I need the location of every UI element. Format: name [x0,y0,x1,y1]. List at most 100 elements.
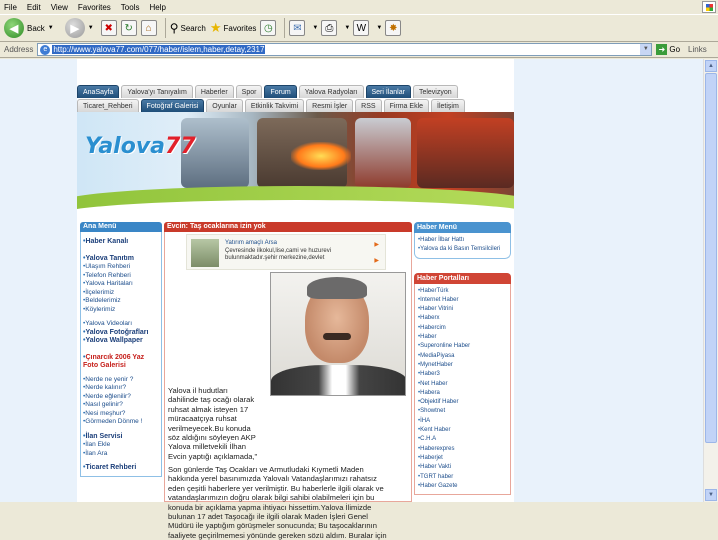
forward-arrow-icon: ▶ [64,18,85,38]
nav-tab-forum[interactable]: Forum [264,85,297,98]
portal-link-haberjet[interactable]: Haberjet [418,454,507,463]
sidebar-item-nerde-ne-yenir[interactable]: Nerde ne yenir ? [83,376,159,385]
nav-tab-etkinlik-takvimi[interactable]: Etkinlik Takvimi [244,99,305,112]
portal-link-i-ha[interactable]: İHA [418,417,507,426]
yalova-fotograflari-link[interactable]: Yalova Fotoğrafları [83,329,159,338]
back-button[interactable]: ◀ Back ▼ [4,18,57,38]
print-icon[interactable]: ⎙ [321,20,338,36]
nav-tab-seri-i-lanlar[interactable]: Seri İlanlar [365,85,411,98]
sidebar-item-yalova-haritalar[interactable]: Yalova Haritaları [83,280,159,289]
nav-tab-haberler[interactable]: Haberler [194,85,234,98]
menu-tools[interactable]: Tools [121,3,140,12]
stop-icon[interactable]: ✖ [100,20,117,36]
logo-number: 77 [165,134,196,159]
sidebar-item-telefon-rehberi[interactable]: Telefon Rehberi [83,272,159,281]
chevron-down-icon[interactable]: ▼ [344,25,350,31]
edit-page-icon[interactable]: W [353,20,370,36]
scroll-thumb[interactable] [705,73,717,443]
address-input[interactable]: e http://www.yalova77.com/077/haber/isle… [37,43,653,56]
nav-tab-rss[interactable]: RSS [355,99,382,112]
portal-link-haber-vakti[interactable]: Haber Vakti [418,463,507,472]
sidebar-item-i-lan-ara[interactable]: İlan Ara [83,450,159,459]
ad-block[interactable]: Yatırım amaçlı Arsa Çevresinde ilkokul,l… [186,234,386,270]
sidebar-item-ko-ylerimiz[interactable]: Köylerimiz [83,306,159,315]
nav-tab-yalova-y-tan-yal-m[interactable]: Yalova'yı Tanıyalım [121,85,193,98]
chevron-down-icon[interactable]: ▼ [376,25,382,31]
sidebar-item-go-rmeden-do-nme[interactable]: Görmeden Dönme ! [83,418,159,427]
nav-tab-firma-ekle[interactable]: Firma Ekle [383,99,430,112]
portal-link-mediapiyasa[interactable]: MediaPiyasa [418,352,507,361]
portal-link-kent-haber[interactable]: Kent Haber [418,426,507,435]
portal-link-internet-haber[interactable]: Internet Haber [418,296,507,305]
chevron-down-icon[interactable]: ▼ [312,25,318,31]
haber-kanali-link[interactable]: Haber Kanalı [83,238,159,247]
menu-help[interactable]: Help [149,3,165,12]
yalova-videolari-link[interactable]: Yalova Videoları [83,320,159,329]
site-logo[interactable]: Yalova77 [85,134,196,159]
refresh-icon[interactable]: ↻ [120,20,137,36]
sidebar-item-nesi-mes-hur[interactable]: Nesi meşhur? [83,410,159,419]
yalova-wallpaper-link[interactable]: Yalova Wallpaper [83,337,159,346]
portal-link-habera[interactable]: Habera [418,389,507,398]
nav-tab-televizyon[interactable]: Televizyon [412,85,458,98]
ticaret-rehberi-link[interactable]: Ticaret Rehberi [83,464,159,473]
menu-favorites[interactable]: Favorites [78,3,111,12]
menu-edit[interactable]: Edit [27,3,41,12]
page-favicon-icon: e [40,44,51,55]
portal-link-haberexpres[interactable]: Haberexpres [418,445,507,454]
nav-tab-resmi-i-s-ler[interactable]: Resmi İşler [306,99,354,112]
portal-link-mynethaber[interactable]: MynetHaber [418,361,507,370]
ilan-servisi-link[interactable]: İlan Servisi [83,433,159,442]
go-button[interactable]: ➜ Go [656,44,680,55]
ad-arrow-up-icon[interactable]: ▶ [374,241,379,248]
haber-menu-item-yalova-da-ki-bas-n-temsilcileri[interactable]: Yalova da ki Basın Temsilcileri [418,245,507,254]
cinarcik-galeri-link[interactable]: Çınarcık 2006 Yaz Foto Galerisi [83,354,159,370]
portal-link-c-h-a[interactable]: C.H.A [418,435,507,444]
sidebar-item-ulas-m-rehberi[interactable]: Ulaşım Rehberi [83,263,159,272]
portal-link-habertu-rk[interactable]: HaberTürk [418,287,507,296]
favorites-button[interactable]: ★ Favorites [210,20,257,36]
links-button[interactable]: Links [688,45,707,54]
ad-title[interactable]: Yatırım amaçlı Arsa [225,240,375,248]
nav-tab-spor[interactable]: Spor [235,85,263,98]
portal-link-net-haber[interactable]: Net Haber [418,380,507,389]
nav-tab-yalova-radyolar[interactable]: Yalova Radyoları [298,85,364,98]
portal-link-haber-vitrini[interactable]: Haber Vitrini [418,305,507,314]
home-icon[interactable]: ⌂ [140,20,157,36]
nav-tab-oyunlar[interactable]: Oyunlar [206,99,243,112]
nav-tab-ticaret-rehberi[interactable]: Ticaret_Rehberi [77,99,139,112]
mail-icon[interactable]: ✉ [289,20,306,36]
portal-link-haber[interactable]: Haber [418,333,507,342]
sidebar-item-nerde-kal-n-r[interactable]: Nerde kalınır? [83,384,159,393]
portal-link-tgrt-haber[interactable]: TGRT haber [418,473,507,482]
sidebar-item-beldelerimiz[interactable]: Beldelerimiz [83,297,159,306]
haber-menu-item-haber-i-lbar-hatt[interactable]: Haber İlbar Hattı [418,236,507,245]
nav-tab-anasayfa[interactable]: AnaSayfa [77,85,120,98]
vertical-scrollbar[interactable]: ▲ ▼ [703,59,718,502]
sidebar-item-nerde-eg-lenilir[interactable]: Nerde eğlenilir? [83,393,159,402]
sidebar-item-nas-l-gelinir[interactable]: Nasıl gelinir? [83,401,159,410]
portal-link-haberx[interactable]: Haberx [418,314,507,323]
portal-link-habercim[interactable]: Habercim [418,324,507,333]
messenger-icon[interactable]: ✸ [385,20,402,36]
address-dropdown-icon[interactable]: ▼ [640,44,652,55]
sidebar-item-i-lan-ekle[interactable]: İlan Ekle [83,441,159,450]
address-url[interactable]: http://www.yalova77.com/077/haber/islem,… [52,45,266,54]
portal-link-haber-gazete[interactable]: Haber Gazete [418,482,507,491]
menu-file[interactable]: File [4,3,17,12]
search-button[interactable]: ⚲ Search [170,21,206,35]
portal-link-showtnet[interactable]: Showtnet [418,407,507,416]
portal-link-objektif-haber[interactable]: Objektif Haber [418,398,507,407]
nav-tab-fotog-raf-galerisi[interactable]: Fotoğraf Galerisi [140,99,205,112]
menu-view[interactable]: View [51,3,68,12]
sidebar-item-i-lc-elerimiz[interactable]: İlçelerimiz [83,289,159,298]
portal-link-haber3[interactable]: Haber3 [418,370,507,379]
nav-tab-i-letis-im[interactable]: İletişim [431,99,465,112]
forward-button[interactable]: ▶ ▼ [61,18,97,38]
portal-link-superonline-haber[interactable]: Superonline Haber [418,342,507,351]
scroll-up-icon[interactable]: ▲ [705,60,717,72]
yalova-tanitim-link[interactable]: Yalova Tanıtım [83,255,159,264]
scroll-down-icon[interactable]: ▼ [705,489,717,501]
history-icon[interactable]: ◷ [260,20,277,36]
ad-arrow-down-icon[interactable]: ▶ [374,257,379,264]
